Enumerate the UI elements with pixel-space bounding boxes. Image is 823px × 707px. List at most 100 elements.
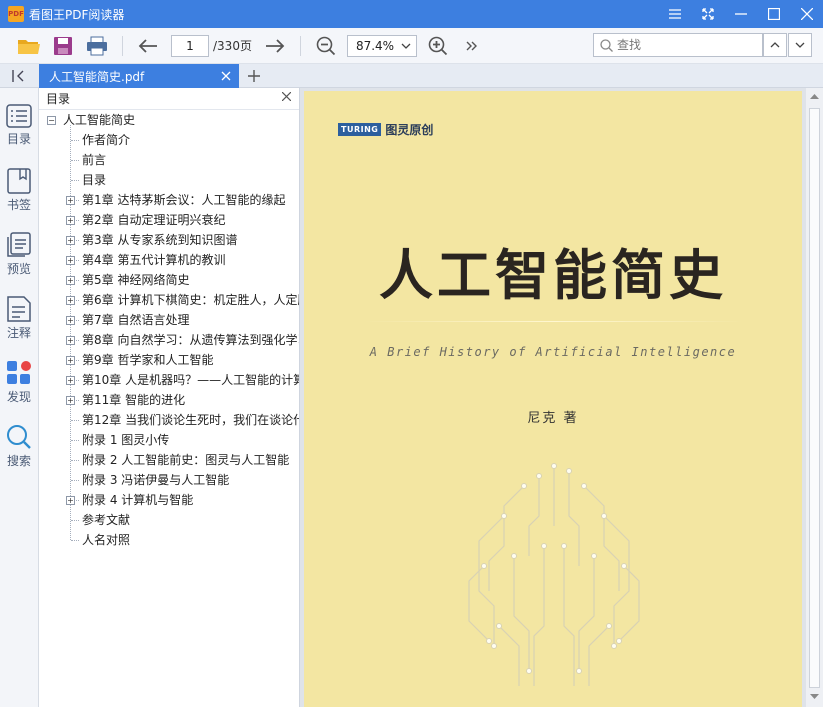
expand-toggle[interactable]: + bbox=[66, 356, 75, 365]
folder-icon bbox=[18, 39, 40, 54]
search-prev-button[interactable] bbox=[763, 33, 787, 57]
search-box[interactable] bbox=[593, 33, 763, 57]
scroll-down-icon[interactable] bbox=[810, 694, 819, 700]
double-chevron-right-icon bbox=[466, 41, 477, 50]
tree-line bbox=[71, 460, 79, 461]
rail-item-discover[interactable]: 发现 bbox=[0, 360, 38, 420]
chevron-down-icon bbox=[401, 43, 411, 49]
pdf-page: TURING 图灵原创 人工智能简史 A Brief History of Ar… bbox=[304, 91, 802, 707]
zoom-select[interactable]: 87.4% bbox=[346, 34, 417, 57]
vertical-scrollbar[interactable] bbox=[806, 88, 823, 707]
rail-item-search[interactable]: 搜索 bbox=[0, 424, 38, 484]
fullscreen-button[interactable] bbox=[691, 0, 724, 28]
close-panel-icon[interactable] bbox=[282, 92, 291, 101]
zoom-out-button[interactable] bbox=[309, 31, 343, 61]
save-button[interactable] bbox=[46, 31, 80, 61]
discover-icon bbox=[7, 361, 31, 384]
expand-toggle[interactable]: + bbox=[66, 396, 75, 405]
scrollbar-thumb[interactable] bbox=[809, 108, 820, 688]
outline-item[interactable]: 第8章 向自然学习：从遗传算法到强化学习 bbox=[82, 330, 299, 350]
expand-toggle[interactable]: + bbox=[66, 196, 75, 205]
collapse-sidebar-button[interactable] bbox=[0, 64, 38, 88]
search-icon bbox=[600, 38, 613, 52]
expand-toggle[interactable]: + bbox=[66, 336, 75, 345]
outline-item[interactable]: 第6章 计算机下棋简史：机定胜人，人定胜天 bbox=[82, 290, 299, 310]
book-author: 尼克 著 bbox=[527, 411, 579, 426]
outline-item[interactable]: 第9章 哲学家和人工智能 bbox=[82, 350, 213, 370]
fullscreen-icon bbox=[701, 8, 714, 20]
list-icon bbox=[6, 104, 32, 128]
scroll-up-icon[interactable] bbox=[810, 93, 819, 99]
annotation-icon bbox=[7, 296, 31, 322]
zoom-in-button[interactable] bbox=[421, 31, 455, 61]
document-tab-label: 人工智能简史.pdf bbox=[49, 69, 145, 84]
outline-title: 目录 bbox=[46, 92, 71, 106]
prev-page-button[interactable] bbox=[131, 31, 165, 61]
outline-item[interactable]: 附录 4 计算机与智能 bbox=[82, 490, 193, 510]
title-bar: PDF 看图王PDF阅读器 bbox=[0, 0, 823, 28]
expand-toggle[interactable]: + bbox=[66, 496, 75, 505]
close-tab-icon[interactable] bbox=[221, 68, 231, 84]
circuit-brain-illustration bbox=[468, 463, 640, 686]
expand-toggle[interactable]: + bbox=[66, 376, 75, 385]
expand-toggle[interactable]: + bbox=[66, 276, 75, 285]
outline-item[interactable]: 第4章 第五代计算机的教训 bbox=[82, 250, 225, 270]
outline-item[interactable]: 第7章 自然语言处理 bbox=[82, 310, 189, 330]
tree-line bbox=[71, 480, 79, 481]
rail-item-preview[interactable]: 预览 bbox=[0, 232, 38, 292]
expand-toggle[interactable]: + bbox=[66, 296, 75, 305]
expand-toggle[interactable]: + bbox=[66, 216, 75, 225]
expand-toggle[interactable]: + bbox=[66, 256, 75, 265]
next-page-button[interactable] bbox=[258, 31, 292, 61]
outline-item[interactable]: 第2章 自动定理证明兴衰纪 bbox=[82, 210, 225, 230]
outline-item[interactable]: 第1章 达特茅斯会议：人工智能的缘起 bbox=[82, 190, 285, 210]
outline-item[interactable]: 目录 bbox=[82, 170, 106, 190]
menu-icon bbox=[668, 9, 681, 19]
minimize-button[interactable] bbox=[724, 0, 757, 28]
toolbar-divider bbox=[299, 35, 301, 56]
rail-item-outline[interactable]: 目录 bbox=[0, 104, 38, 164]
rail-item-bookmarks[interactable]: 书签 bbox=[0, 168, 38, 228]
publisher-name: 图灵原创 bbox=[385, 123, 434, 137]
search-next-button[interactable] bbox=[788, 33, 812, 57]
expand-toggle[interactable]: + bbox=[66, 316, 75, 325]
document-view[interactable]: TURING 图灵原创 人工智能简史 A Brief History of Ar… bbox=[300, 88, 823, 707]
maximize-button[interactable] bbox=[757, 0, 790, 28]
outline-item[interactable]: 第10章 人是机器吗？——人工智能的计算理论基础 bbox=[82, 370, 299, 390]
outline-item[interactable]: 作者简介 bbox=[82, 130, 130, 150]
document-tab[interactable]: 人工智能简史.pdf bbox=[39, 64, 239, 88]
outline-item[interactable]: 附录 2 人工智能前史：图灵与人工智能 bbox=[82, 450, 289, 470]
outline-item[interactable]: 第12章 当我们谈论生死时，我们在谈论什么 bbox=[82, 410, 299, 430]
print-button[interactable] bbox=[80, 31, 114, 61]
outline-item[interactable]: 第3章 从专家系统到知识图谱 bbox=[82, 230, 237, 250]
collapse-toggle[interactable]: − bbox=[47, 116, 56, 125]
outline-item[interactable]: 人名对照 bbox=[82, 530, 130, 550]
menu-button[interactable] bbox=[658, 0, 691, 28]
page-number-input[interactable]: 1 bbox=[171, 34, 209, 57]
rail-item-annotations[interactable]: 注释 bbox=[0, 296, 38, 356]
outline-item[interactable]: 第5章 神经网络简史 bbox=[82, 270, 189, 290]
tab-bar: 人工智能简史.pdf bbox=[0, 64, 823, 88]
app-logo-icon: PDF bbox=[8, 6, 24, 22]
outline-root[interactable]: 人工智能简史 bbox=[63, 110, 135, 130]
bookmark-icon bbox=[7, 168, 31, 194]
rail-label: 书签 bbox=[6, 198, 31, 212]
open-file-button[interactable] bbox=[12, 31, 46, 61]
close-window-button[interactable] bbox=[790, 0, 823, 28]
outline-item[interactable]: 附录 3 冯诺伊曼与人工智能 bbox=[82, 470, 229, 490]
tree-line bbox=[71, 540, 79, 541]
more-tools-button[interactable] bbox=[455, 31, 489, 61]
search-input[interactable] bbox=[617, 38, 747, 52]
rail-label: 注释 bbox=[6, 326, 31, 340]
outline-item[interactable]: 第11章 智能的进化 bbox=[82, 390, 185, 410]
outline-item[interactable]: 参考文献 bbox=[82, 510, 130, 530]
collapse-left-icon bbox=[12, 70, 24, 82]
outline-item[interactable]: 前言 bbox=[82, 150, 106, 170]
new-tab-button[interactable] bbox=[244, 64, 264, 88]
maximize-icon bbox=[767, 8, 780, 20]
outline-panel: 目录 − 人工智能简史 作者简介 前言 目录 + 第1章 达特茅斯会议：人工智能的缘起 +… bbox=[39, 88, 300, 707]
arrow-left-icon bbox=[138, 38, 157, 53]
book-subtitle: A Brief History of Artificial Intelligen… bbox=[369, 345, 737, 359]
expand-toggle[interactable]: + bbox=[66, 236, 75, 245]
outline-item[interactable]: 附录 1 图灵小传 bbox=[82, 430, 169, 450]
